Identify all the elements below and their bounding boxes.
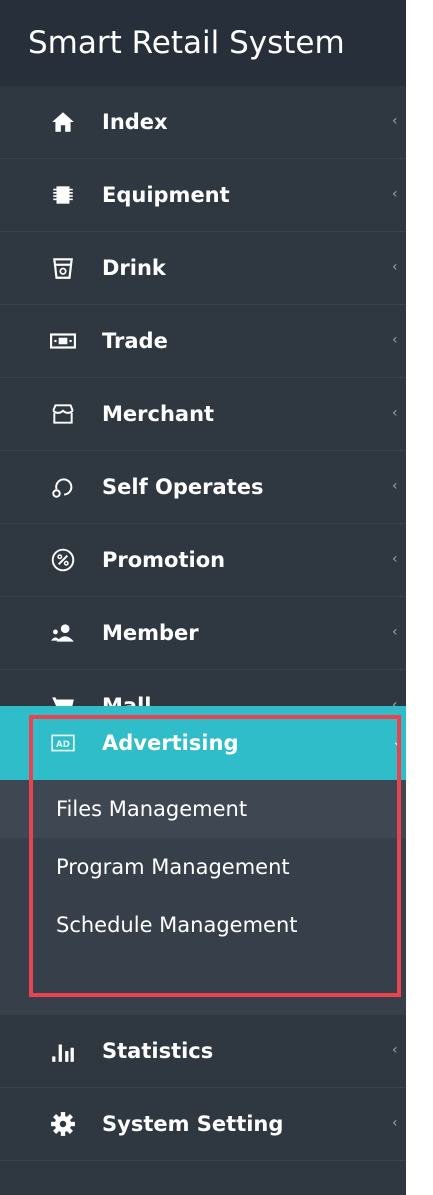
ad-icon: AD [50, 730, 76, 756]
menu-item-label: Promotion [102, 548, 226, 572]
menu-item-label: Statistics [102, 1039, 214, 1063]
gear-icon [50, 1111, 76, 1137]
chevron-left-icon: ‹ [392, 624, 398, 641]
submenu-item-schedule-management[interactable]: Schedule Management [0, 896, 406, 954]
menu-item-label: Equipment [102, 183, 230, 207]
menu-item-label: Drink [102, 256, 166, 280]
chevron-left-icon: ‹ [392, 186, 398, 203]
cup-icon [50, 255, 76, 281]
menu-item-label: System Setting [102, 1112, 284, 1136]
home-icon [50, 109, 76, 135]
submenu-item-program-management[interactable]: Program Management [0, 838, 406, 896]
menu-item-member[interactable]: Member ‹ [0, 597, 406, 670]
menu-item-advertising[interactable]: AD Advertising ⌄ [0, 706, 406, 780]
discount-icon [50, 547, 76, 573]
menu-item-merchant[interactable]: Merchant ‹ [0, 378, 406, 451]
loop-icon [50, 474, 76, 500]
menu-item-promotion[interactable]: Promotion ‹ [0, 524, 406, 597]
chip-icon [50, 182, 76, 208]
menu-item-label: Member [102, 621, 199, 645]
menu-item-trade[interactable]: Trade ‹ [0, 305, 406, 378]
svg-text:AD: AD [56, 740, 70, 750]
bar-chart-icon [50, 1038, 76, 1064]
menu-item-label: Self Operates [102, 475, 264, 499]
chevron-left-icon: ‹ [392, 259, 398, 276]
store-icon [50, 401, 76, 427]
chevron-left-icon: ‹ [392, 1042, 398, 1059]
menu-item-self-operates[interactable]: Self Operates ‹ [0, 451, 406, 524]
app-title: Smart Retail System [0, 0, 406, 86]
menu-item-index[interactable]: Index ‹ [0, 86, 406, 159]
submenu-item-files-management[interactable]: Files Management [0, 780, 406, 838]
chevron-left-icon: ‹ [392, 1115, 398, 1132]
menu-item-statistics[interactable]: Statistics ‹ [0, 1015, 406, 1088]
users-icon [50, 620, 76, 646]
money-icon [50, 328, 76, 354]
menu-item-equipment[interactable]: Equipment ‹ [0, 159, 406, 232]
chevron-left-icon: ‹ [392, 551, 398, 568]
active-pointer [406, 726, 420, 762]
advertising-submenu: Files Management Program Management Sche… [0, 780, 406, 1015]
chevron-down-icon: ⌄ [392, 734, 404, 751]
menu-item-label: Trade [102, 329, 168, 353]
menu-item-label: Merchant [102, 402, 215, 426]
chevron-left-icon: ‹ [392, 332, 398, 349]
chevron-left-icon: ‹ [392, 113, 398, 130]
menu-item-label: Advertising [102, 731, 239, 755]
sidebar: Smart Retail System Index ‹ Equipment ‹ [0, 0, 406, 1195]
menu-item-system-setting[interactable]: System Setting ‹ [0, 1088, 406, 1161]
menu-item-drink[interactable]: Drink ‹ [0, 232, 406, 305]
menu-item-label: Index [102, 110, 168, 134]
chevron-left-icon: ‹ [392, 478, 398, 495]
chevron-left-icon: ‹ [392, 405, 398, 422]
